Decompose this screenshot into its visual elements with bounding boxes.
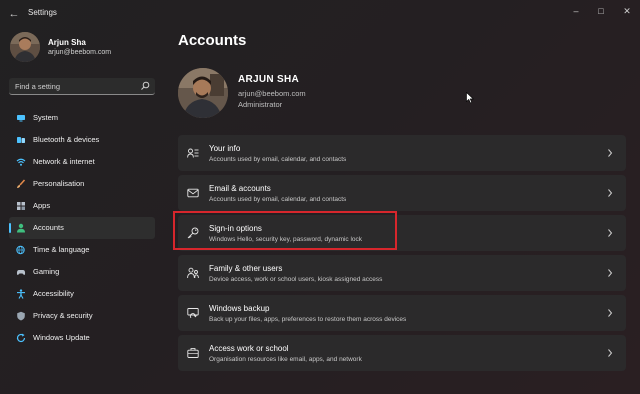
family-icon: [187, 267, 199, 279]
backup-icon: [187, 308, 199, 319]
minimize-icon[interactable]: –: [566, 4, 586, 18]
chevron-right-icon: [608, 269, 613, 277]
mail-icon: [187, 188, 199, 198]
sidebar-item-apps[interactable]: Apps: [9, 195, 155, 217]
sidebar-item-label: Privacy & security: [33, 311, 93, 320]
briefcase-icon: [187, 348, 199, 358]
card-description: Device access, work or school users, kio…: [209, 276, 383, 283]
sidebar-item-label: Network & internet: [33, 157, 95, 166]
settings-window: ← Settings – □ ✕ Arjun Sha arjun@beebom.…: [0, 0, 640, 394]
maximize-icon[interactable]: □: [591, 4, 611, 18]
back-arrow-icon[interactable]: ←: [6, 6, 22, 22]
family-other-users-card[interactable]: Family & other users Device access, work…: [178, 255, 626, 291]
user-name: ARJUN SHA: [238, 74, 300, 85]
sidebar-item-label: Apps: [33, 201, 51, 210]
wifi-icon: [16, 158, 26, 166]
card-description: Windows Hello, security key, password, d…: [209, 236, 363, 243]
chevron-right-icon: [608, 309, 613, 317]
sidebar-item-system[interactable]: System: [9, 107, 155, 129]
user-avatar[interactable]: [178, 68, 228, 118]
search-box[interactable]: [9, 78, 155, 95]
update-icon: [16, 333, 26, 343]
sidebar-item-label: System: [33, 113, 59, 122]
system-icon: [17, 115, 25, 122]
gaming-icon: [16, 270, 26, 275]
profile-email: arjun@beebom.com: [48, 49, 112, 56]
close-icon[interactable]: ✕: [617, 4, 637, 18]
user-role: Administrator: [238, 100, 283, 109]
sidebar-nav: System Bluetooth & devices Network & int…: [9, 107, 155, 349]
sidebar-item-windows-update[interactable]: Windows Update: [9, 327, 155, 349]
globe-clock-icon: [16, 245, 25, 255]
sidebar-item-label: Personalisation: [33, 179, 85, 188]
sidebar-item-label: Accessibility: [33, 289, 74, 298]
access-work-school-card[interactable]: Access work or school Organisation resou…: [178, 335, 626, 371]
card-description: Accounts used by email, calendar, and co…: [209, 196, 347, 203]
search-icon[interactable]: [140, 81, 150, 91]
shield-icon: [17, 311, 25, 321]
sidebar-item-bluetooth[interactable]: Bluetooth & devices: [9, 129, 155, 151]
card-title: Your info: [209, 144, 241, 153]
card-title: Windows backup: [209, 304, 270, 313]
chevron-right-icon: [608, 349, 613, 357]
profile-name: Arjun Sha: [48, 38, 86, 47]
app-title: Settings: [28, 8, 57, 17]
accounts-settings-list: Your info Accounts used by email, calend…: [178, 135, 626, 375]
sidebar-item-label: Gaming: [33, 267, 60, 276]
email-accounts-card[interactable]: Email & accounts Accounts used by email,…: [178, 175, 626, 211]
card-description: Organisation resources like email, apps,…: [209, 356, 362, 363]
sidebar-item-label: Windows Update: [33, 333, 90, 342]
sidebar-item-gaming[interactable]: Gaming: [9, 261, 155, 283]
brush-icon: [17, 179, 26, 188]
profile-avatar[interactable]: [10, 32, 40, 62]
card-title: Access work or school: [209, 344, 289, 353]
title-bar: ← Settings – □ ✕: [0, 0, 640, 28]
card-description: Accounts used by email, calendar, and co…: [209, 156, 347, 163]
sidebar-item-time-language[interactable]: Time & language: [9, 239, 155, 261]
accessibility-icon: [17, 289, 25, 299]
chevron-right-icon: [608, 149, 613, 157]
sidebar-item-personalisation[interactable]: Personalisation: [9, 173, 155, 195]
card-title: Email & accounts: [209, 184, 271, 193]
page-title: Accounts: [178, 32, 247, 49]
sidebar-item-accessibility[interactable]: Accessibility: [9, 283, 155, 305]
person-info-icon: [187, 148, 199, 158]
key-icon: [187, 227, 199, 239]
card-title: Sign-in options: [209, 224, 262, 233]
search-input[interactable]: [15, 81, 135, 92]
your-info-card[interactable]: Your info Accounts used by email, calend…: [178, 135, 626, 171]
chevron-right-icon: [608, 189, 613, 197]
sidebar-item-privacy-security[interactable]: Privacy & security: [9, 305, 155, 327]
sidebar-item-label: Accounts: [33, 223, 64, 232]
sidebar-item-network[interactable]: Network & internet: [9, 151, 155, 173]
windows-backup-card[interactable]: Windows backup Back up your files, apps,…: [178, 295, 626, 331]
apps-icon: [17, 202, 25, 210]
bluetooth-icon: [17, 137, 25, 143]
sidebar-item-label: Bluetooth & devices: [33, 135, 100, 144]
sidebar-item-label: Time & language: [33, 245, 90, 254]
card-description: Back up your files, apps, preferences to…: [209, 316, 407, 323]
user-email: arjun@beebom.com: [238, 89, 306, 98]
mouse-cursor-icon: [466, 92, 474, 104]
sidebar-item-accounts[interactable]: Accounts: [9, 217, 155, 239]
card-title: Family & other users: [209, 264, 283, 273]
accounts-icon: [17, 223, 25, 233]
chevron-right-icon: [608, 229, 613, 237]
sign-in-options-card[interactable]: Sign-in options Windows Hello, security …: [178, 215, 626, 251]
